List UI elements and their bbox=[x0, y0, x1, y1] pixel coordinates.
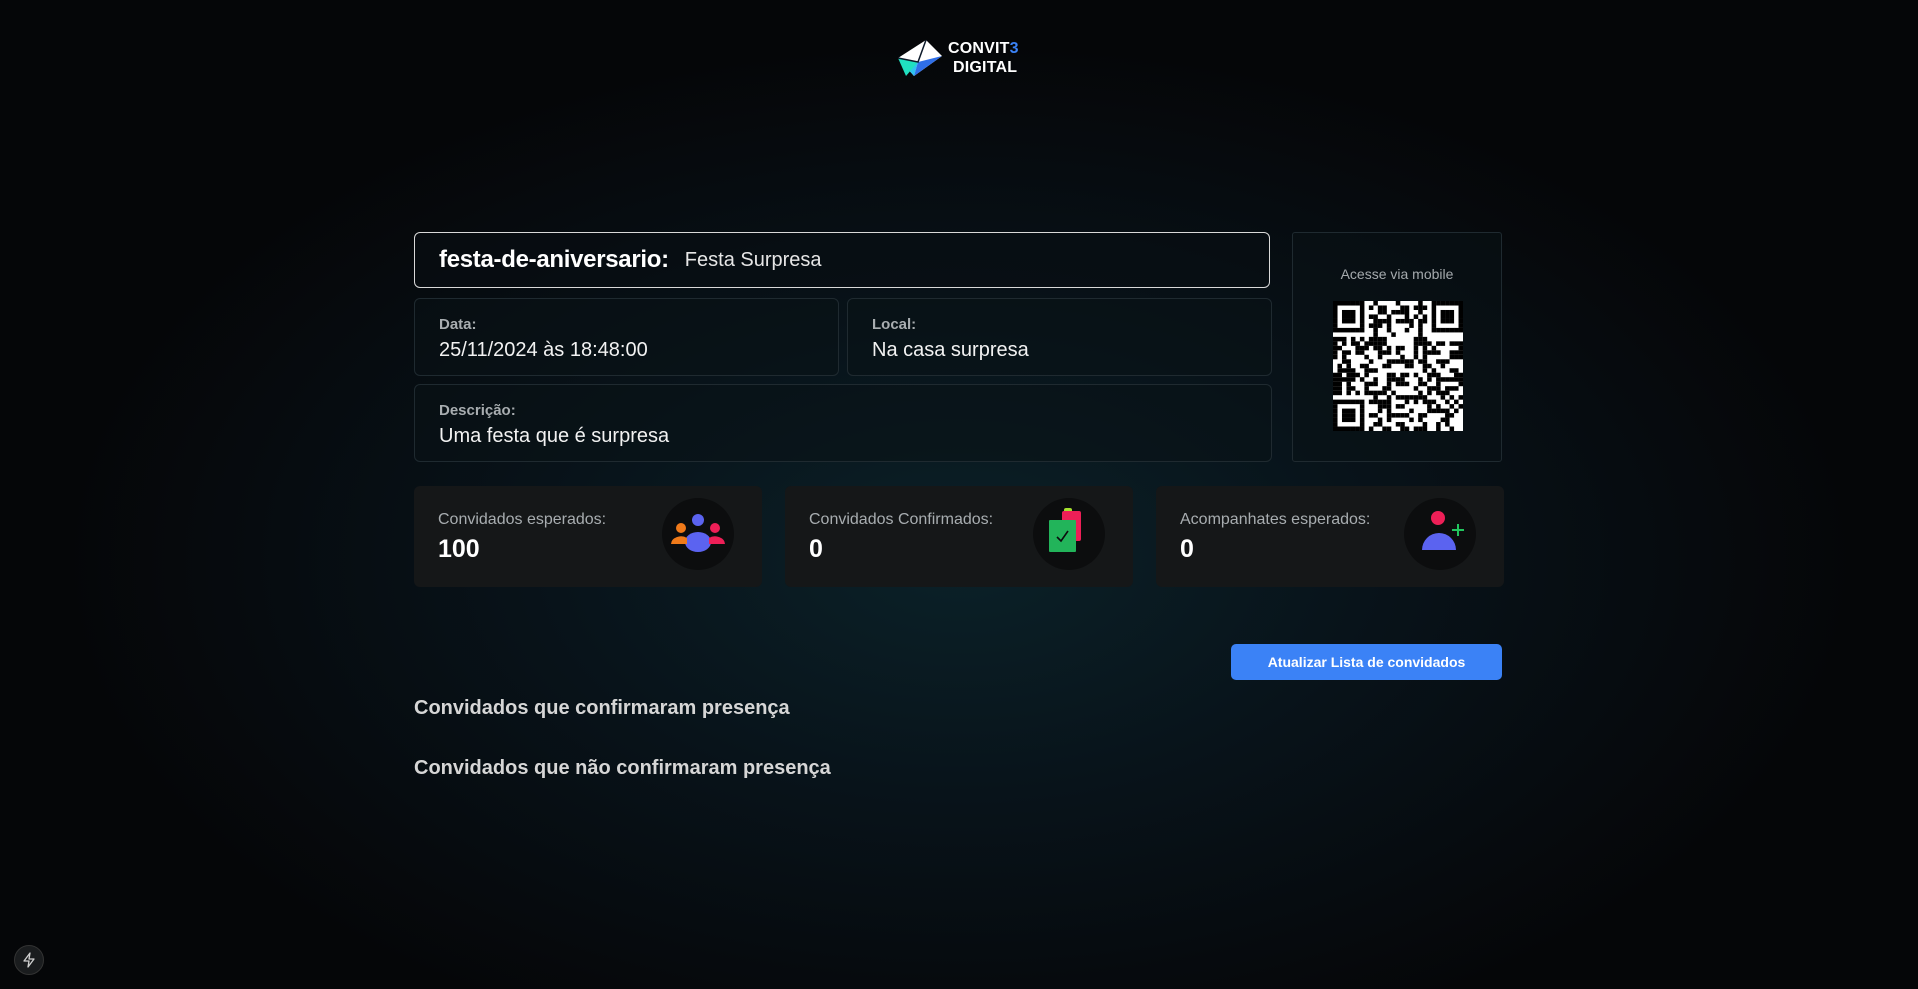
description-label: Descrição: bbox=[439, 402, 516, 419]
clipboard-check-icon bbox=[1033, 498, 1105, 570]
stat-confirmed-guests: Convidados Confirmados: 0 bbox=[785, 486, 1133, 587]
qr-code[interactable] bbox=[1333, 301, 1463, 431]
location-card: Local: Na casa surpresa bbox=[847, 298, 1272, 376]
stat-expected-companions: Acompanhates esperados: 0 bbox=[1156, 486, 1504, 587]
location-value: Na casa surpresa bbox=[872, 339, 1029, 361]
date-label: Data: bbox=[439, 316, 477, 333]
brand-line1: CONVIT bbox=[948, 40, 1010, 57]
description-card: Descrição: Uma festa que é surpresa bbox=[414, 384, 1272, 462]
lightning-bolt-icon bbox=[23, 952, 35, 968]
unconfirmed-guests-heading: Convidados que não confirmaram presença bbox=[414, 757, 831, 779]
event-slug: festa-de-aniversario: bbox=[439, 246, 669, 273]
stat-expected-guests: Convidados esperados: 100 bbox=[414, 486, 762, 587]
location-label: Local: bbox=[872, 316, 917, 333]
date-value: 25/11/2024 às 18:48:00 bbox=[439, 339, 648, 361]
confirmed-guests-heading: Convidados que confirmaram presença bbox=[414, 697, 790, 719]
brand-accent: 3 bbox=[1009, 40, 1019, 57]
update-guest-list-button[interactable]: Atualizar Lista de convidados bbox=[1231, 644, 1502, 680]
qr-label: Acesse via mobile bbox=[1340, 266, 1454, 282]
description-value: Uma festa que é surpresa bbox=[439, 425, 670, 447]
user-add-icon bbox=[1404, 498, 1476, 570]
brand-logo[interactable]: CONVIT3 DIGITAL bbox=[896, 36, 1026, 80]
brand-line2: DIGITAL bbox=[953, 59, 1018, 76]
qr-card: Acesse via mobile bbox=[1292, 232, 1502, 462]
event-title-box: festa-de-aniversario: Festa Surpresa bbox=[414, 232, 1270, 288]
group-icon bbox=[662, 498, 734, 570]
dev-tools-button[interactable] bbox=[14, 945, 44, 975]
date-card: Data: 25/11/2024 às 18:48:00 bbox=[414, 298, 839, 376]
envelope-logo-icon bbox=[897, 39, 942, 76]
event-name: Festa Surpresa bbox=[684, 248, 822, 271]
